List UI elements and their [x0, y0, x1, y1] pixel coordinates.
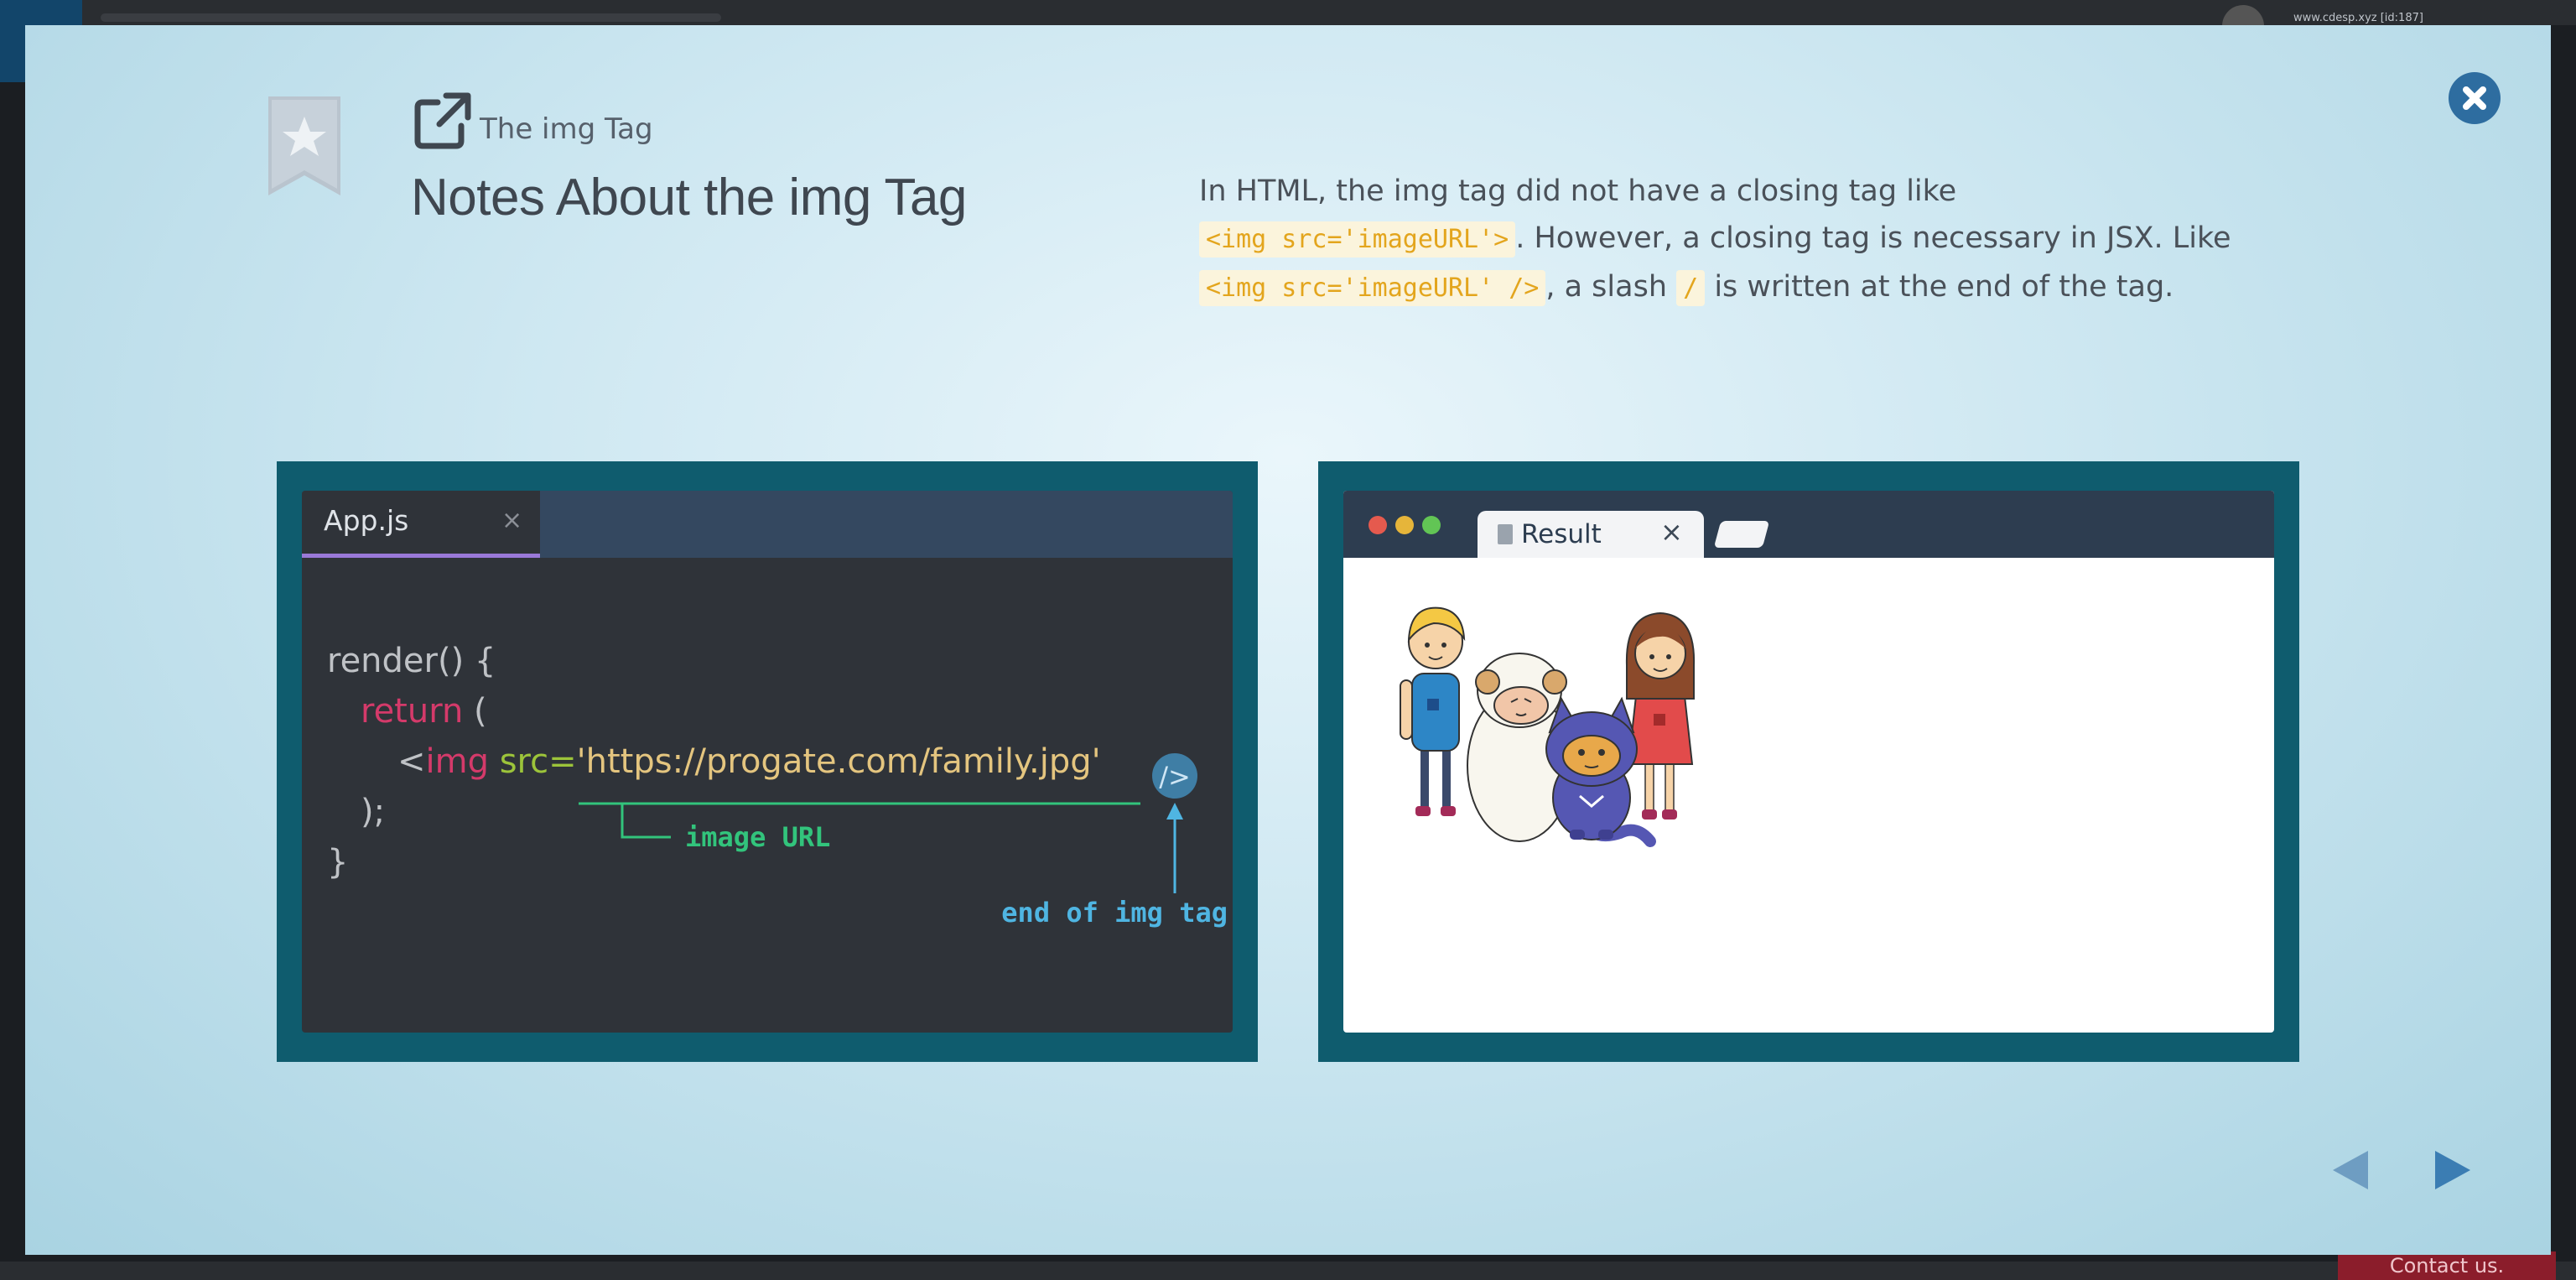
- app-search-bar[interactable]: [101, 13, 721, 22]
- slide-modal: The img Tag Notes About the img Tag In H…: [25, 25, 2551, 1255]
- document-icon: [1498, 524, 1513, 544]
- new-tab-button[interactable]: [1713, 521, 1770, 548]
- bookmark-star-icon[interactable]: [268, 96, 340, 195]
- code-annotations: /> image URL end of img tag: [579, 753, 1228, 929]
- close-button[interactable]: [2449, 72, 2501, 124]
- code-snippet: /: [1676, 270, 1706, 306]
- next-slide-button[interactable]: [2423, 1141, 2482, 1199]
- desc-text: . However, a closing tag is necessary in…: [1515, 221, 2231, 255]
- end-tag-arrow-head: [1166, 803, 1183, 820]
- contact-us-button[interactable]: Contact us.: [2338, 1251, 2556, 1280]
- previous-slide-button[interactable]: [2321, 1141, 2380, 1199]
- code-editor-panel: App.js × render() { return ( <img src='h…: [277, 461, 1258, 1062]
- browser-tab-close-icon[interactable]: ×: [1660, 516, 1683, 548]
- result-browser-panel: Result ×: [1318, 461, 2299, 1062]
- arrow-right-icon: [2435, 1151, 2470, 1189]
- slide-title: Notes About the img Tag: [411, 169, 967, 226]
- code-editor: App.js × render() { return ( <img src='h…: [302, 491, 1233, 1033]
- slide-description: In HTML, the img tag did not have a clos…: [1199, 168, 2340, 312]
- end-of-tag-label: end of img tag: [1001, 897, 1228, 929]
- window-minimize-dot[interactable]: [1395, 516, 1414, 534]
- window-maximize-dot[interactable]: [1422, 516, 1441, 534]
- browser-tab-label: Result: [1521, 519, 1602, 549]
- end-tag-symbol: />: [1159, 761, 1191, 793]
- image-url-label: image URL: [685, 821, 830, 853]
- app-bottombar: [0, 1262, 2576, 1280]
- family-illustration: [1400, 606, 1696, 847]
- code-snippet: <img src='imageURL' />: [1199, 270, 1546, 306]
- external-link-icon[interactable]: [413, 91, 473, 151]
- desc-text: In HTML, the img tag did not have a clos…: [1199, 174, 1957, 208]
- arrow-left-icon: [2333, 1151, 2368, 1189]
- girl-character: [1625, 611, 1696, 820]
- desc-text: , a slash: [1545, 270, 1677, 304]
- close-icon: [2463, 86, 2486, 110]
- browser-window: Result ×: [1343, 491, 2274, 1033]
- url-pointer-line: [621, 804, 671, 839]
- window-close-dot[interactable]: [1368, 516, 1387, 534]
- browser-toolbar: Result ×: [1343, 491, 2274, 558]
- desc-text: is written at the end of the tag.: [1705, 270, 2174, 304]
- slide-subtitle: The img Tag: [480, 112, 653, 146]
- code-snippet: <img src='imageURL'>: [1199, 221, 1516, 258]
- user-label: www.cdesp.xyz [id:187]: [2293, 12, 2423, 24]
- boy-character: [1400, 606, 1466, 816]
- browser-tab-result[interactable]: Result ×: [1478, 511, 1704, 558]
